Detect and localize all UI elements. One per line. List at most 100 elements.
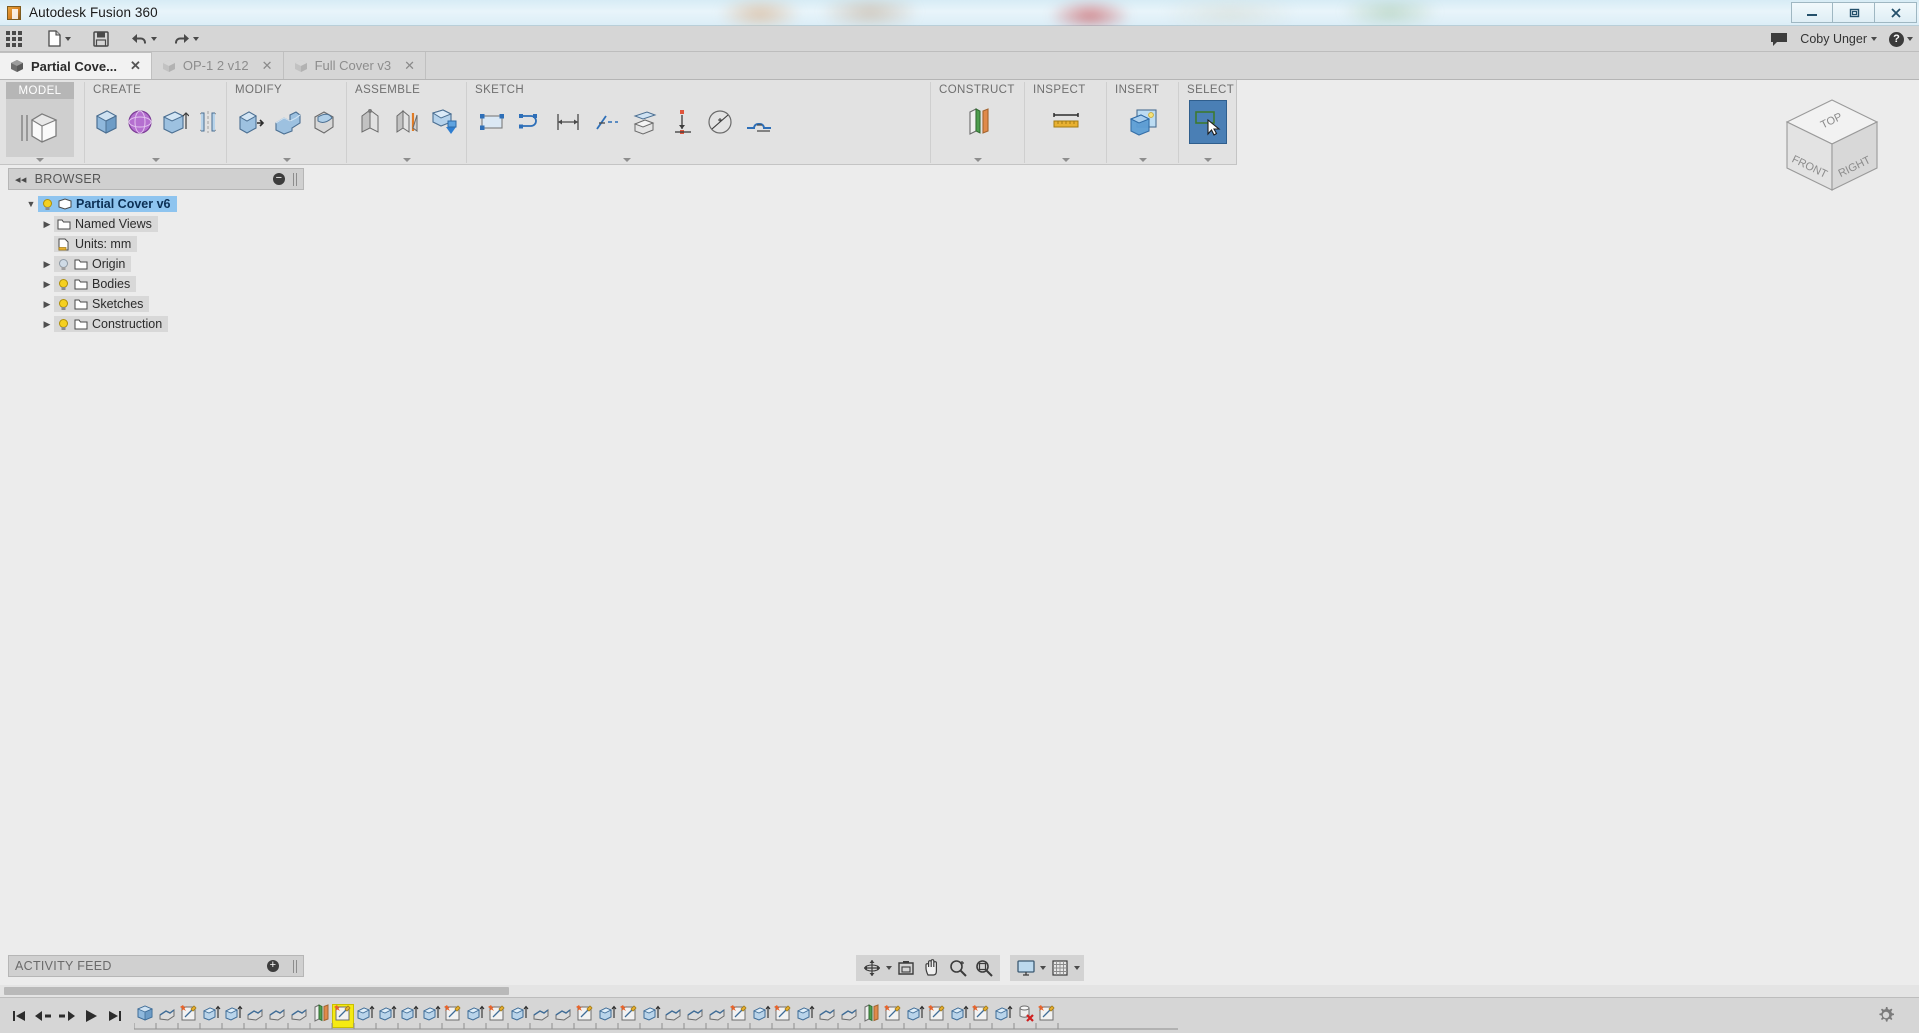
restore-icon[interactable] [1833, 2, 1875, 23]
app-grid-button[interactable] [0, 26, 28, 52]
minimize-icon[interactable] [1791, 2, 1833, 23]
chevron-down-icon[interactable] [151, 158, 160, 162]
rectangle-icon[interactable] [473, 100, 511, 144]
dimension-icon[interactable] [549, 100, 587, 144]
tree-item-label-wrap[interactable]: Bodies [54, 276, 137, 292]
circle-icon[interactable] [701, 100, 739, 144]
chevron-down-icon[interactable] [1061, 158, 1070, 162]
document-tab-full-cover[interactable]: Full Cover v3 ✕ [284, 52, 427, 79]
close-icon[interactable] [1875, 2, 1917, 23]
light-bulb-on-icon[interactable] [57, 298, 70, 311]
skip-to-start-icon[interactable] [8, 1004, 30, 1028]
joint-icon[interactable] [353, 100, 386, 144]
redo-button[interactable] [168, 26, 204, 52]
document-tab-partial-cover[interactable]: Partial Cove... ✕ [0, 52, 152, 79]
tree-row-named-views[interactable]: ▶ Named Views [8, 214, 304, 234]
chevron-down-icon[interactable] [151, 36, 157, 41]
document-tab-op1[interactable]: OP-1 2 v12 ✕ [152, 52, 284, 79]
scrollbar-thumb[interactable] [4, 987, 509, 995]
chevron-down-icon[interactable] [1907, 37, 1913, 41]
press-pull-icon[interactable] [233, 100, 266, 144]
chevron-down-icon[interactable] [282, 158, 291, 162]
panel-grip[interactable] [293, 172, 297, 186]
create-sketch-sphere-icon[interactable] [125, 100, 155, 144]
shell-icon[interactable] [307, 100, 340, 144]
zoom-magnifier-icon[interactable] [946, 956, 970, 980]
chevron-down-icon[interactable] [193, 36, 199, 41]
close-icon[interactable]: ✕ [404, 58, 415, 74]
workspace-selector[interactable]: MODEL [6, 82, 74, 163]
monitor-icon[interactable] [1014, 956, 1038, 980]
as-built-joint-icon[interactable] [390, 100, 423, 144]
twisty-down-icon[interactable]: ▼ [24, 199, 38, 209]
panel-grip[interactable] [293, 959, 297, 973]
browser-header[interactable]: ◂◂ BROWSER − [8, 168, 304, 190]
workspace-tab-label[interactable]: MODEL [6, 82, 74, 99]
chevron-down-icon[interactable] [1138, 158, 1147, 162]
twisty-right-icon[interactable]: ▶ [40, 219, 54, 230]
step-back-icon[interactable] [32, 1004, 54, 1028]
sketch-profile-icon[interactable] [739, 100, 777, 144]
tree-row-construction[interactable]: ▶ Construction [8, 314, 304, 334]
revolve-icon[interactable] [193, 100, 223, 144]
orbit-icon[interactable] [860, 956, 884, 980]
user-name-label[interactable]: Coby Unger [1800, 32, 1867, 46]
pan-hand-icon[interactable] [920, 956, 944, 980]
model-workspace-icon[interactable] [18, 109, 62, 147]
grid-icon[interactable] [1048, 956, 1072, 980]
construct-plane-icon[interactable] [959, 100, 997, 144]
tree-row-origin[interactable]: ▶ Origin [8, 254, 304, 274]
light-bulb-off-icon[interactable] [57, 258, 70, 271]
chevron-down-icon[interactable] [622, 158, 631, 162]
view-cube[interactable]: TOP FRONT RIGHT [1773, 86, 1891, 204]
tree-row-partial-cover[interactable]: ▼ Partial Cover v6 [8, 194, 304, 214]
new-component-icon[interactable] [91, 100, 121, 144]
tree-item-label-wrap[interactable]: Origin [54, 256, 132, 272]
activity-feed-panel[interactable]: ACTIVITY FEED + [8, 955, 304, 977]
chevron-down-icon[interactable] [973, 158, 982, 162]
close-icon[interactable]: ✕ [262, 58, 273, 74]
insert-image-icon[interactable] [1124, 100, 1162, 144]
twisty-right-icon[interactable]: ▶ [40, 299, 54, 310]
tree-row-bodies[interactable]: ▶ Bodies [8, 274, 304, 294]
chevron-down-icon[interactable] [886, 966, 892, 970]
skip-to-end-icon[interactable] [104, 1004, 126, 1028]
tree-row-units[interactable]: Units: mm [8, 234, 304, 254]
tree-item-label-wrap[interactable]: Partial Cover v6 [38, 196, 177, 212]
help-button[interactable]: ? [1889, 31, 1913, 47]
new-file-button[interactable] [42, 26, 76, 52]
save-button[interactable] [88, 26, 114, 52]
chevron-down-icon[interactable] [1074, 966, 1080, 970]
look-at-icon[interactable] [894, 956, 918, 980]
tree-item-label-wrap[interactable]: Named Views [54, 216, 158, 232]
plus-circle-icon[interactable]: + [267, 960, 279, 972]
twisty-right-icon[interactable]: ▶ [40, 259, 54, 270]
tree-item-label-wrap[interactable]: Sketches [54, 296, 150, 312]
play-icon[interactable] [80, 1004, 102, 1028]
gear-icon[interactable] [1875, 1004, 1897, 1026]
light-bulb-on-icon[interactable] [57, 318, 70, 331]
fit-magnifier-icon[interactable] [972, 956, 996, 980]
minus-circle-icon[interactable]: − [273, 173, 285, 185]
insert-mcmaster-icon[interactable] [427, 100, 460, 144]
close-icon[interactable]: ✕ [130, 58, 141, 74]
light-bulb-on-icon[interactable] [41, 198, 54, 211]
chevron-down-icon[interactable] [402, 158, 411, 162]
collapse-left-icon[interactable]: ◂◂ [15, 173, 27, 186]
offset-plane-icon[interactable] [625, 100, 663, 144]
horizontal-scrollbar[interactable] [0, 985, 1919, 997]
comment-bubble-icon[interactable] [1770, 32, 1788, 47]
measure-ruler-icon[interactable] [1047, 100, 1085, 144]
tree-item-label-wrap[interactable]: Units: mm [54, 236, 138, 252]
fillet-icon[interactable] [270, 100, 303, 144]
tree-row-sketches[interactable]: ▶ Sketches [8, 294, 304, 314]
twisty-right-icon[interactable]: ▶ [40, 319, 54, 330]
chevron-down-icon[interactable] [65, 36, 71, 41]
chevron-down-icon[interactable] [36, 158, 44, 162]
step-forward-icon[interactable] [56, 1004, 78, 1028]
chevron-down-icon[interactable] [1871, 37, 1877, 41]
twisty-right-icon[interactable]: ▶ [40, 279, 54, 290]
chevron-down-icon[interactable] [1203, 158, 1212, 162]
chevron-down-icon[interactable] [1040, 966, 1046, 970]
extrude-icon[interactable] [159, 100, 189, 144]
